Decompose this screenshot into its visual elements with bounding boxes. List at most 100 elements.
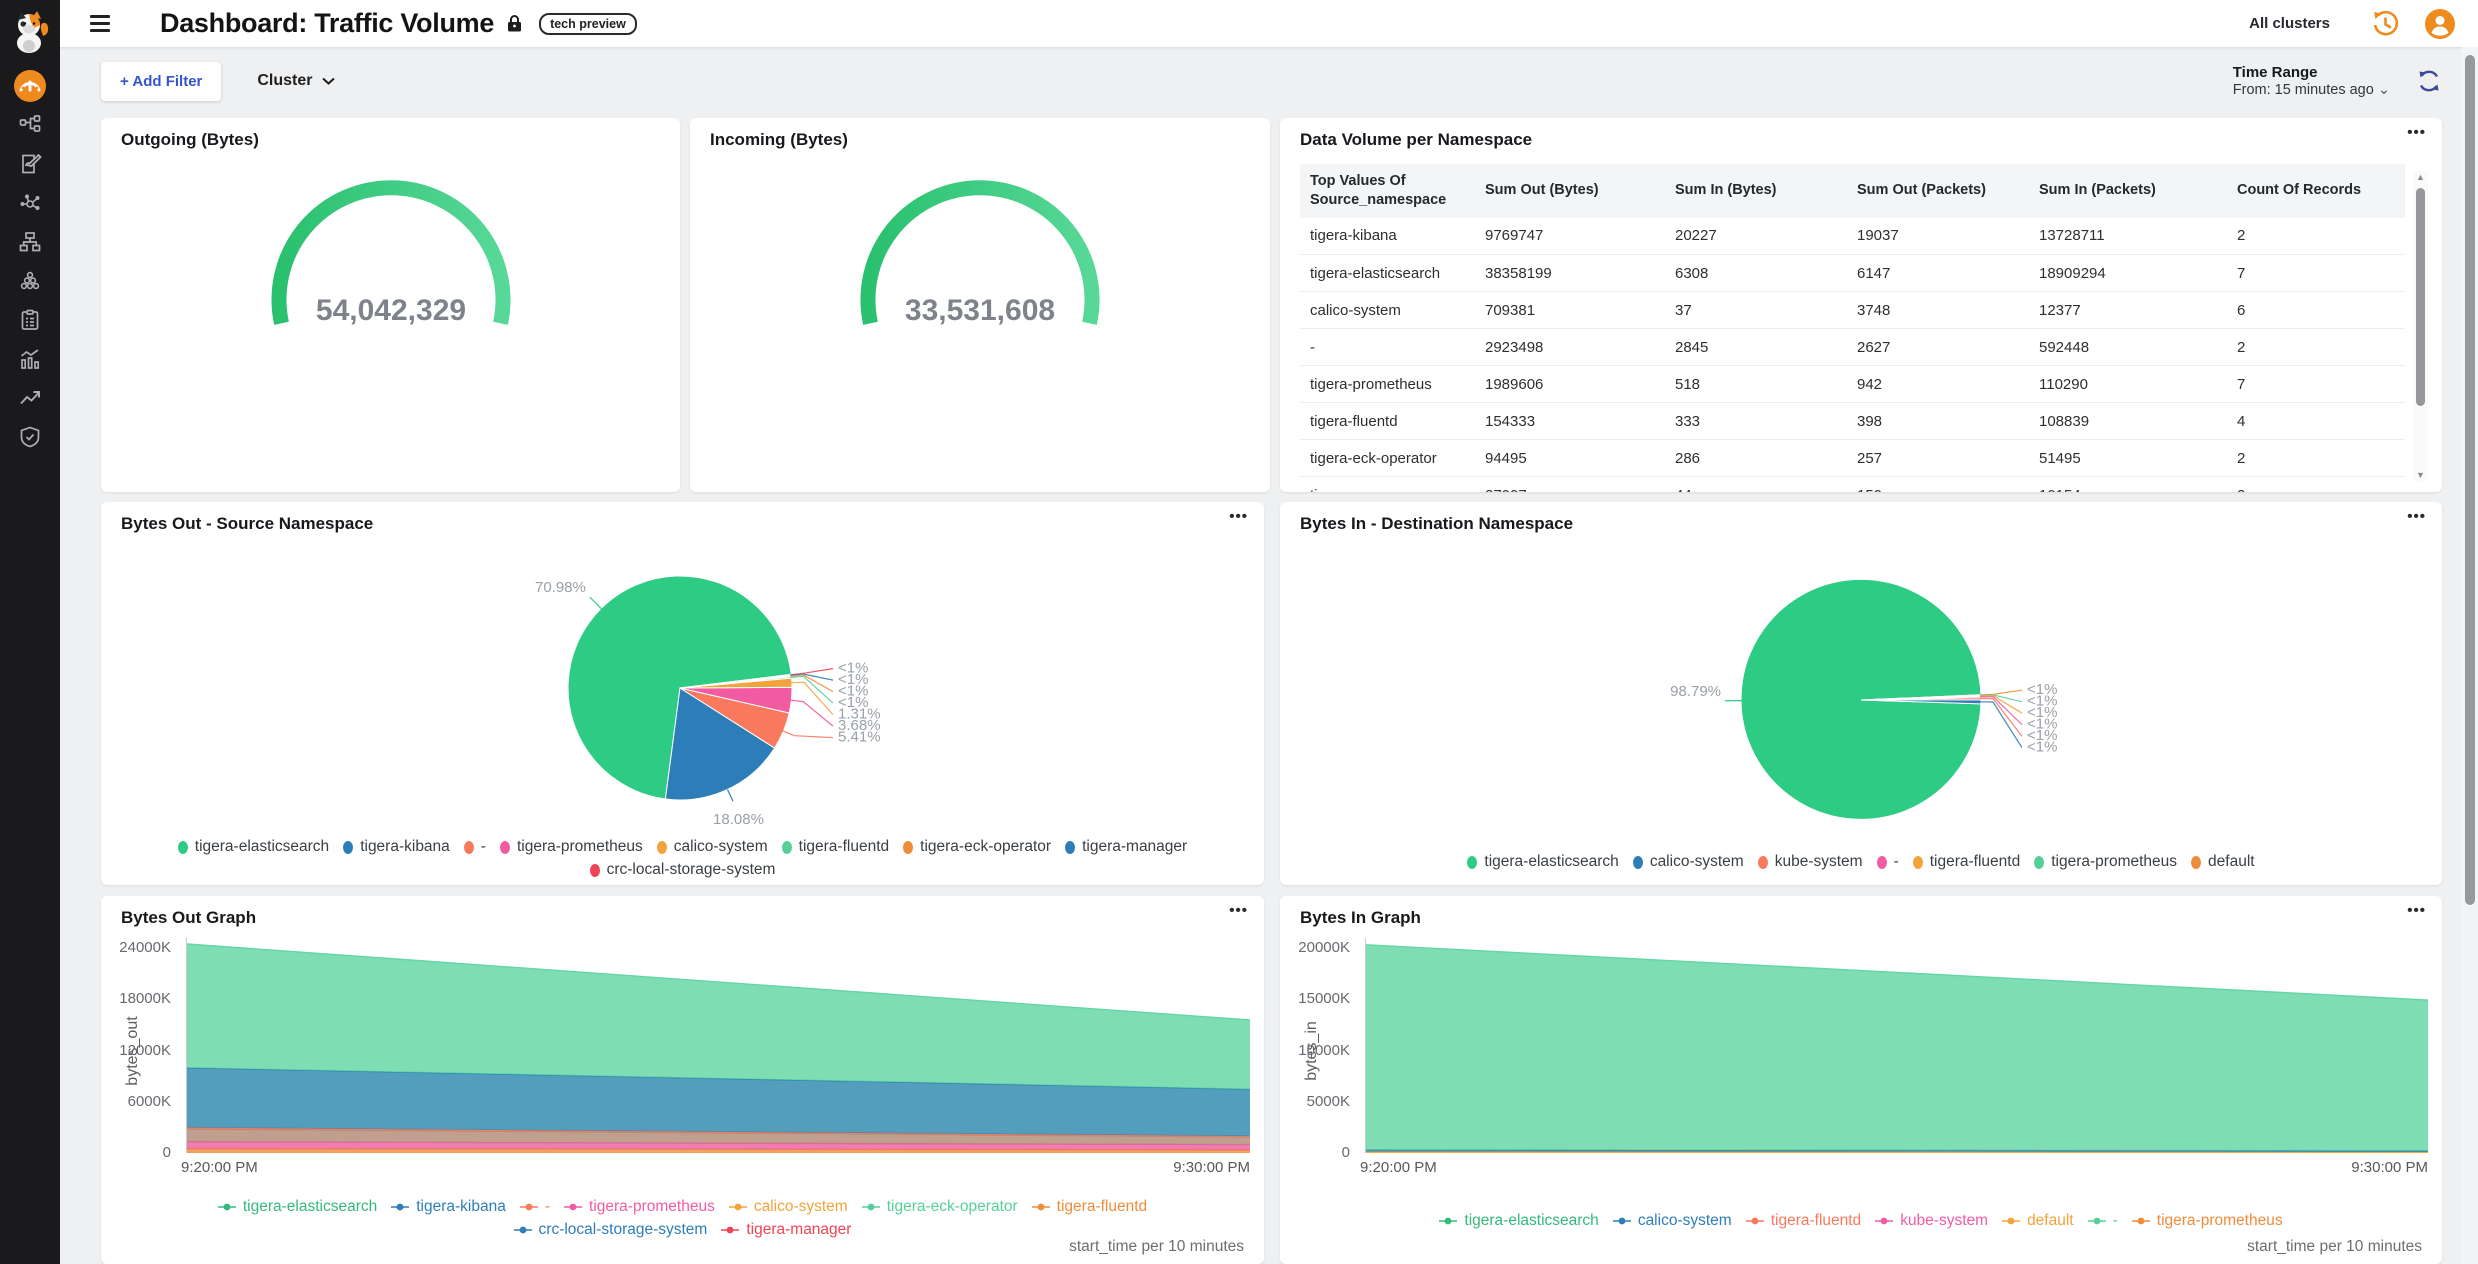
- legend-item[interactable]: tigera-kibana: [391, 1198, 506, 1216]
- table-cell: 2: [2227, 440, 2405, 477]
- table-cell: 1989606: [1475, 366, 1665, 403]
- legend-item[interactable]: crc-local-storage-system: [514, 1221, 708, 1239]
- legend-marker-icon: [1746, 1216, 1764, 1226]
- table-cell: 592448: [2029, 329, 2227, 366]
- legend-item[interactable]: -: [464, 838, 486, 856]
- legend-label: tigera-prometheus: [2051, 853, 2177, 871]
- area-band[interactable]: [1366, 945, 2428, 1151]
- legend-label: tigera-fluentd: [1930, 853, 2020, 871]
- y-tick: 18000K: [101, 990, 171, 1007]
- panel-menu-button[interactable]: •••: [2407, 508, 2426, 525]
- panel-menu-button[interactable]: •••: [2407, 902, 2426, 919]
- user-menu-button[interactable]: [2424, 8, 2456, 40]
- legend-item[interactable]: -: [520, 1198, 550, 1216]
- legend-item[interactable]: crc-local-storage-system: [590, 861, 776, 879]
- legend-item[interactable]: kube-system: [1875, 1212, 1988, 1230]
- table-cell: tigera-kibana: [1300, 218, 1475, 255]
- legend-item[interactable]: kube-system: [1758, 853, 1863, 871]
- sidebar-item-service-graph[interactable]: [0, 105, 60, 144]
- sidebar-item-dashboard[interactable]: [0, 66, 60, 105]
- legend-item[interactable]: calico-system: [657, 838, 768, 856]
- table-cell: 333: [1665, 403, 1847, 440]
- refresh-button[interactable]: [2416, 68, 2442, 94]
- legend-item[interactable]: tigera-fluentd: [1746, 1212, 1861, 1230]
- legend-item[interactable]: tigera-elasticsearch: [218, 1198, 377, 1216]
- all-clusters-selector[interactable]: All clusters: [2249, 15, 2330, 32]
- sidebar-item-policies[interactable]: [0, 144, 60, 183]
- legend-item[interactable]: tigera-fluentd: [1032, 1198, 1147, 1216]
- legend-marker-icon: [862, 1202, 880, 1212]
- legend-item[interactable]: default: [2002, 1212, 2074, 1230]
- y-tick: 15000K: [1280, 990, 1350, 1007]
- scroll-down-icon[interactable]: ▼: [2413, 470, 2428, 480]
- x-axis-caption: start_time per 10 minutes: [2247, 1238, 2422, 1256]
- sidebar-item-flow-visualizations[interactable]: [0, 183, 60, 222]
- y-tick: 10000K: [1280, 1042, 1350, 1059]
- legend-item[interactable]: tigera-manager: [1065, 838, 1187, 856]
- legend-label: -: [545, 1198, 550, 1216]
- legend-item[interactable]: default: [2191, 853, 2255, 871]
- sidebar-item-network[interactable]: [0, 222, 60, 261]
- legend-label: tigera-kibana: [416, 1198, 506, 1216]
- legend-dot-icon: [1065, 841, 1075, 854]
- legend-label: tigera-manager: [746, 1221, 851, 1239]
- scroll-up-icon[interactable]: ▲: [2413, 172, 2428, 182]
- panel-incoming-bytes: Incoming (Bytes) 33,531,608: [690, 118, 1270, 492]
- panel-bytes-in-destination: Bytes In - Destination Namespace ••• 98.…: [1280, 502, 2442, 885]
- legend-item[interactable]: calico-system: [1633, 853, 1744, 871]
- sidebar-item-managed-clusters[interactable]: [0, 261, 60, 300]
- legend-item[interactable]: tigera-prometheus: [2034, 853, 2177, 871]
- legend-item[interactable]: tigera-elasticsearch: [178, 838, 329, 856]
- legend-label: tigera-manager: [1082, 838, 1187, 856]
- panel-menu-button[interactable]: •••: [2407, 124, 2426, 141]
- time-range-control[interactable]: Time Range From: 15 minutes ago ⌄: [2233, 64, 2390, 98]
- panel-title: Bytes In Graph: [1300, 908, 1421, 928]
- legend-item[interactable]: tigera-prometheus: [564, 1198, 715, 1216]
- legend-item[interactable]: -: [2088, 1212, 2118, 1230]
- legend-item[interactable]: tigera-fluentd: [782, 838, 889, 856]
- panel-title: Bytes In - Destination Namespace: [1300, 514, 1573, 534]
- legend-dot-icon: [500, 841, 510, 854]
- sidebar-item-threat-defense[interactable]: [0, 417, 60, 456]
- table-cell: 9769747: [1475, 218, 1665, 255]
- y-tick: 0: [1280, 1144, 1350, 1161]
- legend-item[interactable]: -: [1877, 853, 1899, 871]
- panel-menu-button[interactable]: •••: [1229, 508, 1248, 525]
- legend-item[interactable]: tigera-prometheus: [2132, 1212, 2283, 1230]
- calico-cat-logo[interactable]: [10, 10, 50, 54]
- time-range-value[interactable]: From: 15 minutes ago ⌄: [2233, 82, 2390, 98]
- legend-dot-icon: [464, 841, 474, 854]
- table-scrollbar-thumb[interactable]: [2416, 188, 2425, 406]
- legend-label: calico-system: [674, 838, 768, 856]
- legend-item[interactable]: tigera-fluentd: [1913, 853, 2020, 871]
- legend-item[interactable]: tigera-elasticsearch: [1467, 853, 1618, 871]
- legend-item[interactable]: calico-system: [729, 1198, 848, 1216]
- y-tick: 5000K: [1280, 1093, 1350, 1110]
- legend-item[interactable]: tigera-eck-operator: [862, 1198, 1018, 1216]
- legend-item[interactable]: tigera-elasticsearch: [1439, 1212, 1598, 1230]
- page-scrollbar-thumb[interactable]: [2465, 55, 2475, 905]
- legend-item[interactable]: tigera-prometheus: [500, 838, 643, 856]
- add-filter-button[interactable]: + Add Filter: [101, 62, 221, 101]
- history-button[interactable]: [2370, 9, 2400, 39]
- legend-marker-icon: [729, 1202, 747, 1212]
- cluster-filter-dropdown[interactable]: Cluster: [257, 72, 334, 90]
- legend-label: calico-system: [1638, 1212, 1732, 1230]
- managed-clusters-icon: [18, 269, 42, 293]
- sidebar-item-statistics[interactable]: [0, 339, 60, 378]
- sidebar-item-compliance[interactable]: [0, 300, 60, 339]
- page-scrollbar[interactable]: [2462, 47, 2478, 1264]
- legend-item[interactable]: calico-system: [1613, 1212, 1732, 1230]
- legend-item[interactable]: tigera-kibana: [343, 838, 450, 856]
- hamburger-menu-icon[interactable]: [90, 15, 110, 32]
- table-scrollbar[interactable]: ▲ ▼: [2413, 170, 2428, 482]
- legend-item[interactable]: tigera-manager: [721, 1221, 851, 1239]
- table-cell: 257: [1847, 440, 2029, 477]
- area-band[interactable]: [187, 944, 1250, 1089]
- panel-menu-button[interactable]: •••: [1229, 902, 1248, 919]
- legend-item[interactable]: tigera-eck-operator: [903, 838, 1051, 856]
- sidebar-item-trending[interactable]: [0, 378, 60, 417]
- table-cell: 6: [2227, 292, 2405, 329]
- table-cell: 2: [2227, 218, 2405, 255]
- table-cell: 2627: [1847, 329, 2029, 366]
